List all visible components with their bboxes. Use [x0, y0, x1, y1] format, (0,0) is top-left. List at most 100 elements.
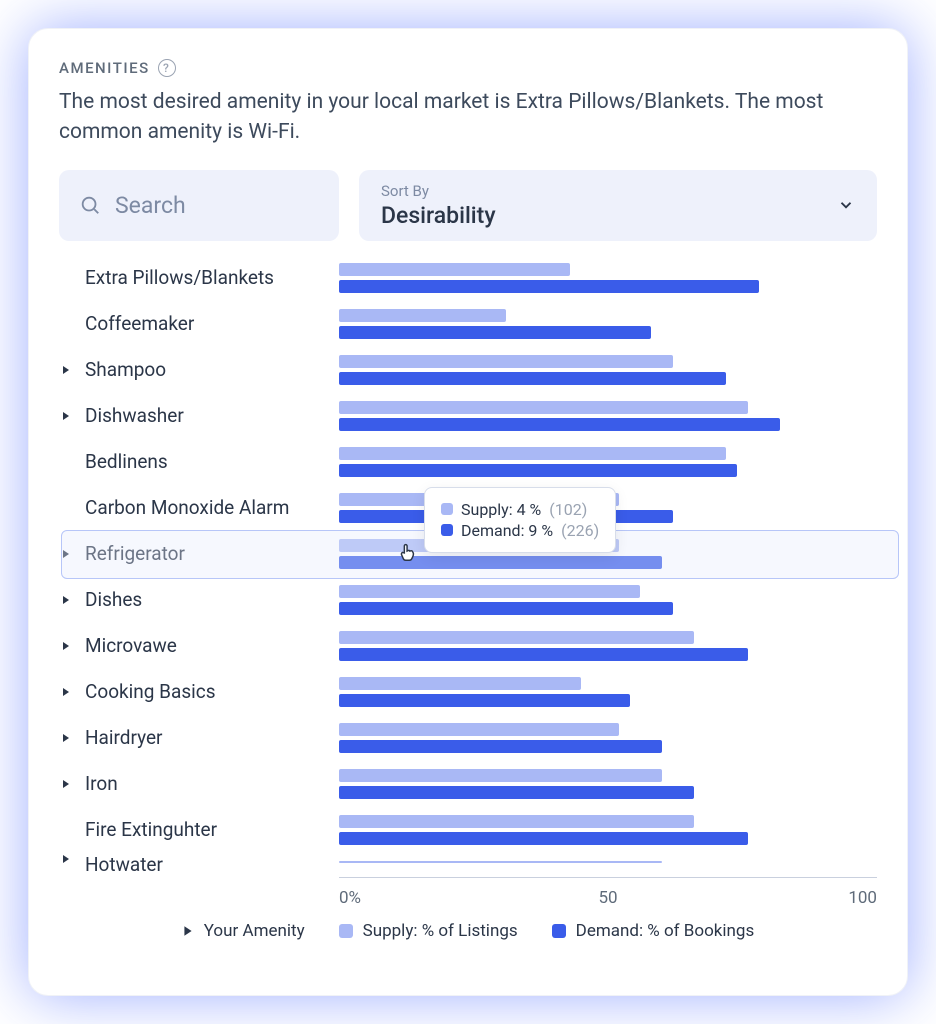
demand-bar [339, 418, 780, 431]
supply-bar [339, 769, 662, 782]
amenity-bars[interactable] [339, 761, 877, 807]
amenity-label-text: Cooking Basics [85, 680, 216, 703]
cursor-hand-icon [397, 541, 419, 563]
search-input[interactable]: Search [59, 170, 339, 241]
amenity-bars[interactable] [339, 301, 877, 347]
caret-right-icon [61, 732, 73, 744]
sort-value: Desirability [381, 202, 496, 229]
caret-right-icon [61, 778, 73, 790]
amenity-label[interactable]: Dishwasher [59, 393, 339, 439]
demand-swatch-icon [552, 924, 566, 938]
demand-swatch-icon [441, 524, 453, 536]
amenity-label-text: Dishwasher [85, 404, 184, 427]
amenity-bars[interactable] [339, 669, 877, 715]
amenity-label[interactable]: Shampoo [59, 347, 339, 393]
supply-bar [339, 815, 694, 828]
amenity-bars[interactable] [339, 853, 877, 871]
demand-bar [339, 372, 726, 385]
amenity-bars[interactable] [339, 623, 877, 669]
caret-right-icon [61, 594, 73, 606]
chart-tooltip: Supply: 4 %(102)Demand: 9 %(226) [424, 487, 616, 553]
amenity-bars[interactable] [339, 255, 877, 301]
amenity-label-text: Bedlinens [85, 450, 168, 473]
demand-bar [339, 648, 748, 661]
caret-right-icon [61, 853, 73, 865]
supply-bar [339, 447, 726, 460]
chart-legend: Your Amenity Supply: % of Listings Deman… [59, 921, 877, 941]
amenity-bars[interactable] [339, 807, 877, 853]
amenities-card: AMENITIES ? The most desired amenity in … [28, 28, 908, 996]
amenity-label[interactable]: Microvawe [59, 623, 339, 669]
amenity-label-text: Dishes [85, 588, 142, 611]
demand-bar [339, 786, 694, 799]
amenity-label-text: Refrigerator [85, 542, 185, 565]
amenity-bars[interactable] [339, 577, 877, 623]
help-icon[interactable]: ? [158, 59, 176, 77]
demand-bar [339, 694, 630, 707]
amenity-bars[interactable] [339, 393, 877, 439]
amenity-label[interactable]: Hairdryer [59, 715, 339, 761]
chevron-down-icon [837, 196, 855, 214]
search-icon [79, 194, 101, 216]
amenity-label-text: Iron [85, 772, 118, 795]
search-placeholder: Search [115, 192, 186, 219]
supply-bar [339, 309, 506, 322]
amenity-bars[interactable] [339, 715, 877, 761]
amenity-label-text: Extra Pillows/Blankets [85, 266, 274, 289]
supply-bar [339, 677, 581, 690]
demand-bar [339, 280, 759, 293]
demand-bar [339, 832, 748, 845]
demand-bar [339, 602, 673, 615]
legend-supply: Supply: % of Listings [339, 921, 518, 941]
amenity-label[interactable]: Bedlinens [59, 439, 339, 485]
supply-bar [339, 401, 748, 414]
caret-right-icon [61, 364, 73, 376]
amenity-label-text: Shampoo [85, 358, 166, 381]
demand-bar [339, 464, 737, 477]
x-axis: 0% 50 100 [339, 877, 877, 911]
amenity-label-text: Carbon Monoxide Alarm [85, 496, 289, 519]
amenity-label[interactable]: Cooking Basics [59, 669, 339, 715]
amenity-label-text: Microvawe [85, 634, 177, 657]
demand-bar [339, 326, 651, 339]
supply-swatch-icon [339, 924, 353, 938]
amenity-label[interactable]: Hotwater [59, 853, 339, 871]
amenity-label[interactable]: Dishes [59, 577, 339, 623]
sort-select[interactable]: Sort By Desirability [359, 170, 877, 241]
supply-bar [339, 723, 619, 736]
caret-right-icon [61, 686, 73, 698]
demand-bar [339, 740, 662, 753]
supply-bar [339, 585, 640, 598]
supply-bar [339, 861, 662, 863]
caret-right-icon [182, 925, 194, 937]
axis-tick: 0% [339, 888, 361, 908]
amenity-label[interactable]: Refrigerator [59, 531, 339, 577]
amenity-label-text: Hotwater [85, 853, 163, 871]
amenity-label[interactable]: Iron [59, 761, 339, 807]
amenity-label[interactable]: Carbon Monoxide Alarm [59, 485, 339, 531]
legend-demand: Demand: % of Bookings [552, 921, 755, 941]
amenity-label[interactable]: Coffeemaker [59, 301, 339, 347]
amenity-label-text: Fire Extinguhter [85, 818, 217, 841]
amenities-chart: Extra Pillows/Blankets Coffeemaker Shampoo… [59, 251, 877, 911]
amenity-label-text: Hairdryer [85, 726, 162, 749]
section-label: AMENITIES [59, 59, 150, 77]
supply-bar [339, 631, 694, 644]
supply-bar [339, 263, 570, 276]
supply-swatch-icon [441, 503, 453, 515]
amenity-bars[interactable] [339, 347, 877, 393]
demand-bar [339, 556, 662, 569]
section-description: The most desired amenity in your local m… [59, 87, 877, 148]
amenity-label[interactable]: Fire Extinguhter [59, 807, 339, 853]
amenity-bars[interactable] [339, 439, 877, 485]
axis-tick: 50 [598, 888, 617, 908]
legend-your-amenity: Your Amenity [182, 921, 305, 941]
amenity-label[interactable]: Extra Pillows/Blankets [59, 255, 339, 301]
axis-tick: 100 [848, 888, 877, 908]
amenity-label-text: Coffeemaker [85, 312, 194, 335]
caret-right-icon [61, 640, 73, 652]
sort-label: Sort By [381, 182, 496, 200]
supply-bar [339, 355, 673, 368]
caret-right-icon [61, 410, 73, 422]
caret-right-icon [61, 548, 73, 560]
